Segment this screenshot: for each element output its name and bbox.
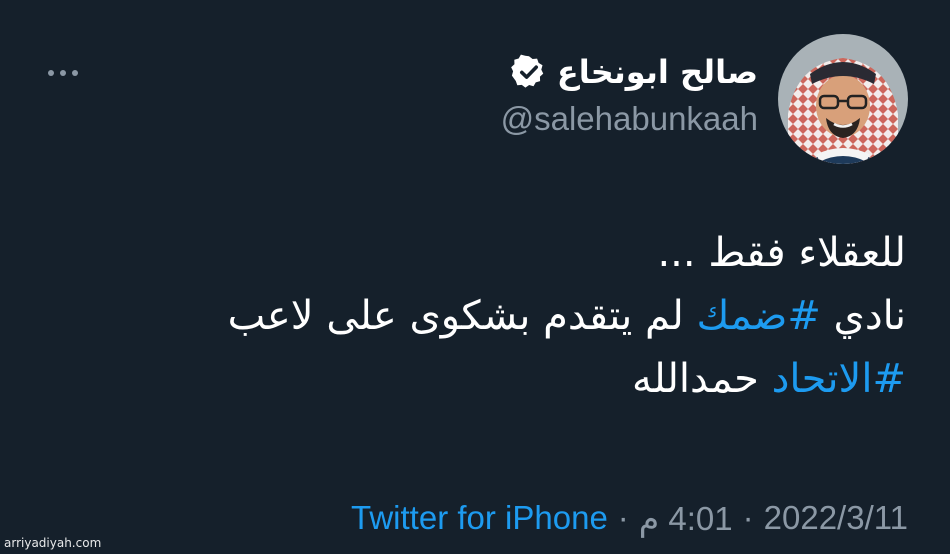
tweet-text-line: #الاتحاد حمدالله bbox=[66, 348, 906, 411]
avatar-photo-icon bbox=[778, 34, 908, 164]
tweet-time[interactable]: 4:01 م bbox=[639, 499, 733, 538]
source-link[interactable]: Twitter for iPhone bbox=[351, 499, 608, 537]
author-handle[interactable]: @salehabunkaah bbox=[501, 100, 758, 138]
tweet-text-line: نادي #ضمك لم يتقدم بشكوى على لاعب bbox=[66, 285, 906, 348]
tweet-text-segment: لم يتقدم بشكوى على لاعب bbox=[227, 293, 697, 339]
tweet-text: للعقلاء فقط ... نادي #ضمك لم يتقدم بشكوى… bbox=[66, 222, 906, 411]
more-dot-icon bbox=[48, 70, 54, 76]
tweet-text-segment: حمدالله bbox=[632, 356, 772, 402]
author-display-name[interactable]: صالح ابونخاع bbox=[557, 53, 758, 91]
hashtag-link[interactable]: #ضمك bbox=[697, 293, 821, 339]
more-dot-icon bbox=[60, 70, 66, 76]
tweet-card: صالح ابونخاع @salehabunkaah للعقلاء فقط … bbox=[0, 0, 950, 554]
tweet-text-line: للعقلاء فقط ... bbox=[66, 222, 906, 285]
tweet-date[interactable]: 2022/3/11 bbox=[764, 499, 908, 537]
separator-dot: · bbox=[742, 499, 754, 536]
hashtag-link[interactable]: #الاتحاد bbox=[772, 356, 906, 402]
separator-dot: · bbox=[617, 499, 629, 536]
avatar[interactable] bbox=[778, 34, 908, 164]
more-options-button[interactable] bbox=[40, 58, 86, 88]
watermark: arriyadiyah.com bbox=[4, 536, 102, 550]
author-name-row: صالح ابونخاع bbox=[510, 50, 758, 94]
verified-badge-icon bbox=[510, 54, 544, 88]
tweet-text-segment: للعقلاء فقط ... bbox=[657, 230, 906, 276]
tweet-metadata: Twitter for iPhone · 4:01 م · 2022/3/11 bbox=[351, 496, 908, 540]
tweet-text-segment: نادي bbox=[820, 293, 906, 339]
more-dot-icon bbox=[72, 70, 78, 76]
